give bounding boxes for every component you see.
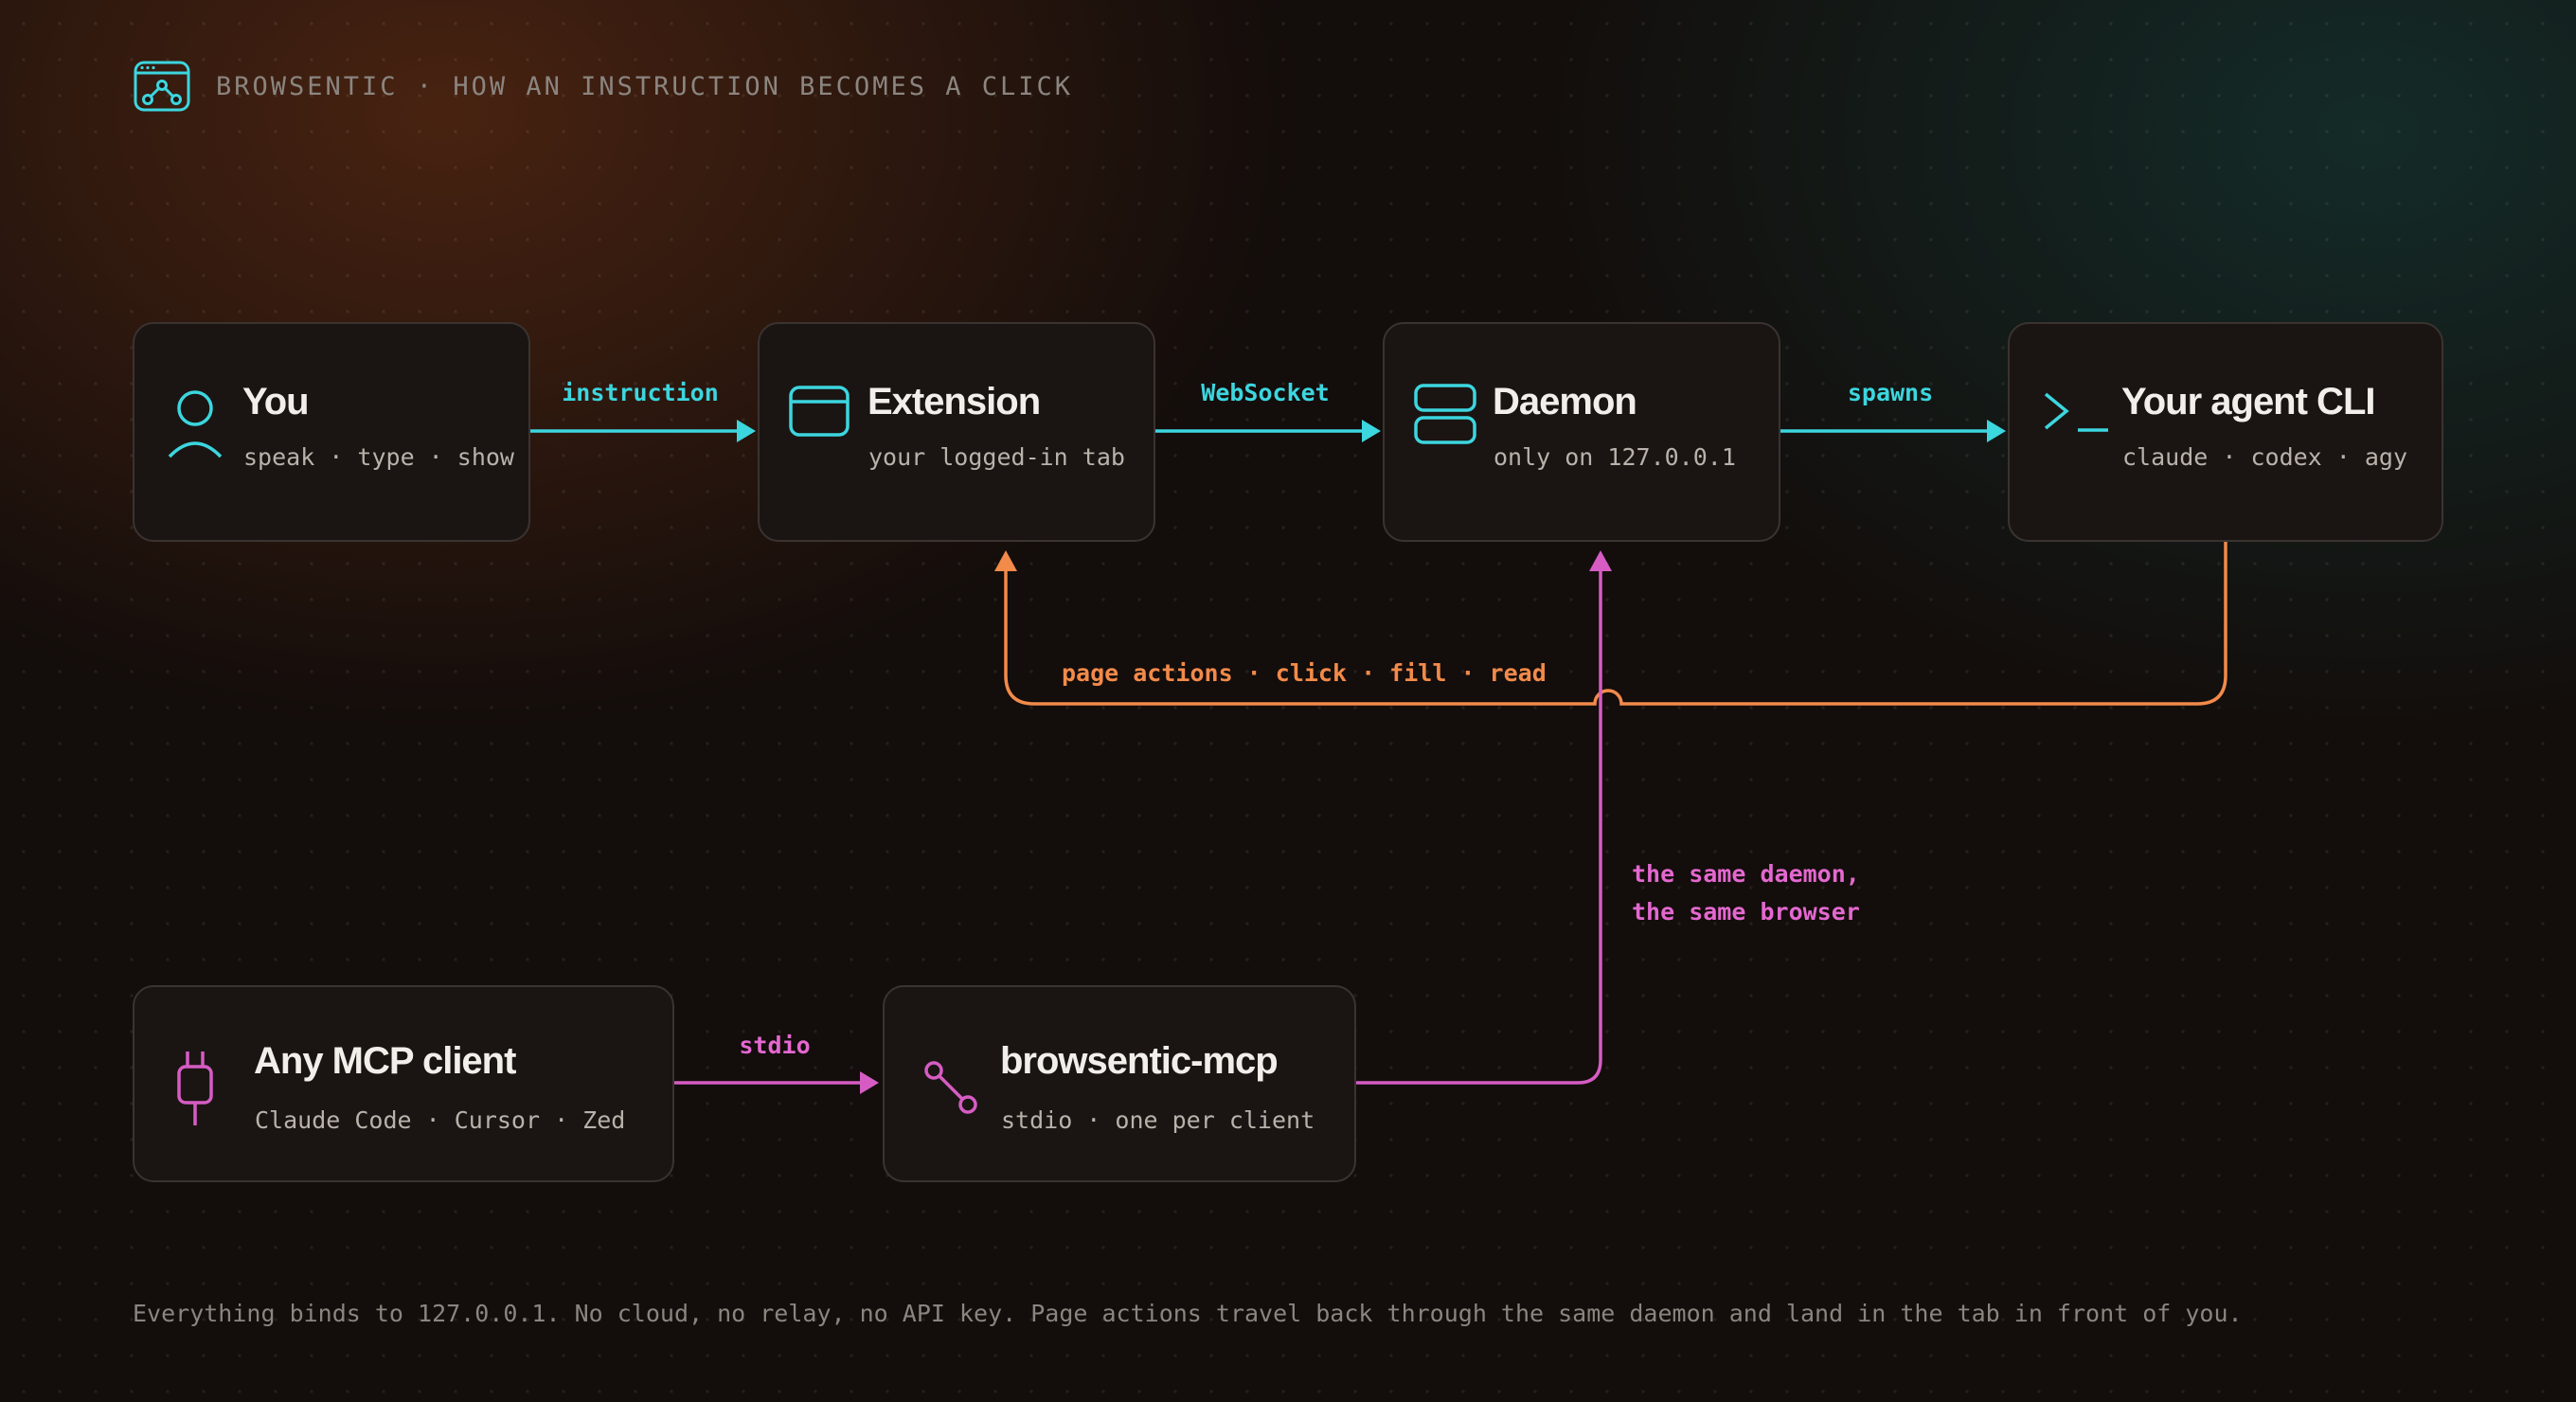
node-title: Your agent CLI	[2121, 381, 2375, 422]
node-agent-cli: Your agent CLI claude · codex · agy	[2008, 322, 2443, 542]
node-title: Any MCP client	[254, 1040, 516, 1082]
label-same-daemon-line1: the same daemon,	[1632, 860, 1860, 888]
node-subtitle: your logged-in tab	[868, 443, 1125, 471]
node-you: You speak · type · show	[133, 322, 530, 542]
label-same-daemon: the same daemon, the same browser	[1632, 855, 1860, 931]
node-daemon: Daemon only on 127.0.0.1	[1383, 322, 1780, 542]
node-subtitle: Claude Code · Cursor · Zed	[255, 1106, 626, 1134]
node-extension: Extension your logged-in tab	[758, 322, 1155, 542]
node-subtitle: stdio · one per client	[1001, 1106, 1315, 1134]
node-title: browsentic-mcp	[1000, 1040, 1279, 1082]
edge-spawns	[1780, 420, 2006, 442]
node-subtitle: speak · type · show	[243, 443, 514, 471]
label-same-daemon-line2: the same browser	[1632, 898, 1860, 926]
plug-icon	[177, 1052, 213, 1125]
browser-window-icon	[789, 386, 850, 437]
connector-node-icon	[924, 1061, 977, 1114]
edge-same-daemon	[1356, 550, 1612, 1085]
node-title: Daemon	[1493, 381, 1637, 422]
node-title: You	[242, 381, 310, 422]
node-subtitle: claude · codex · agy	[2122, 443, 2408, 471]
person-icon	[168, 390, 223, 458]
node-mcp-client: Any MCP client Claude Code · Cursor · Ze…	[133, 985, 674, 1182]
edge-websocket	[1155, 420, 1381, 442]
node-title: Extension	[868, 381, 1041, 422]
edge-instruction	[530, 420, 756, 442]
node-subtitle: only on 127.0.0.1	[1494, 443, 1736, 471]
footer-note: Everything binds to 127.0.0.1. No cloud,…	[133, 1300, 2243, 1327]
label-stdio: stdio	[739, 1032, 811, 1059]
node-browsentic-mcp: browsentic-mcp stdio · one per client	[883, 985, 1356, 1182]
diagram-canvas: BROWSENTIC · HOW AN INSTRUCTION BECOMES …	[0, 0, 2576, 1402]
edge-stdio	[674, 1071, 879, 1094]
label-websocket: WebSocket	[1201, 379, 1330, 406]
label-instruction: instruction	[562, 379, 719, 406]
label-spawns: spawns	[1847, 379, 1934, 406]
server-icon	[1414, 384, 1476, 444]
connectors	[530, 420, 2227, 1094]
label-page-actions: page actions · click · fill · read	[1062, 659, 1547, 687]
terminal-prompt-icon	[2044, 392, 2108, 432]
